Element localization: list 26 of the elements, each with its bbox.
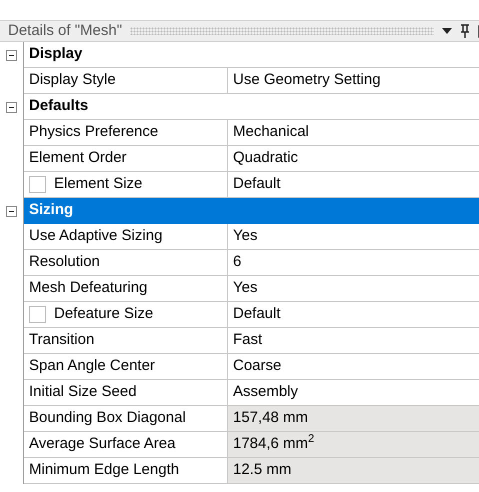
property-value: 12.5 mm [228,458,479,484]
property-label: Bounding Box Diagonal [29,408,186,428]
property-value: 157,48 mm [228,406,479,432]
property-label: Defeature Size [54,304,154,324]
property-label: Minimum Edge Length [29,460,180,480]
panel-title: Details of "Mesh" [8,20,122,41]
collapse-icon[interactable] [6,50,17,60]
property-label: Span Angle Center [29,356,155,376]
collapse-icon[interactable] [6,206,17,216]
collapse-icon[interactable] [6,102,17,112]
section-header[interactable]: Sizing [24,198,479,224]
property-label: Transition [29,330,94,350]
property-label: Average Surface Area [29,434,176,454]
property-label: Resolution [29,252,100,272]
property-label: Display Style [29,70,116,90]
pin-icon[interactable] [460,24,470,38]
property-label: Initial Size Seed [29,382,137,402]
dropdown-icon[interactable] [442,28,452,34]
property-label: Element Size [54,174,142,194]
property-label: Mesh Defeaturing [29,278,148,298]
property-value: 1784,6 mm$^{2}$ [228,432,479,458]
checkbox[interactable] [29,306,46,323]
property-label: Use Adaptive Sizing [29,226,162,246]
property-label: Element Order [29,148,127,168]
checkbox[interactable] [29,176,46,193]
property-label: Physics Preference [29,122,158,142]
